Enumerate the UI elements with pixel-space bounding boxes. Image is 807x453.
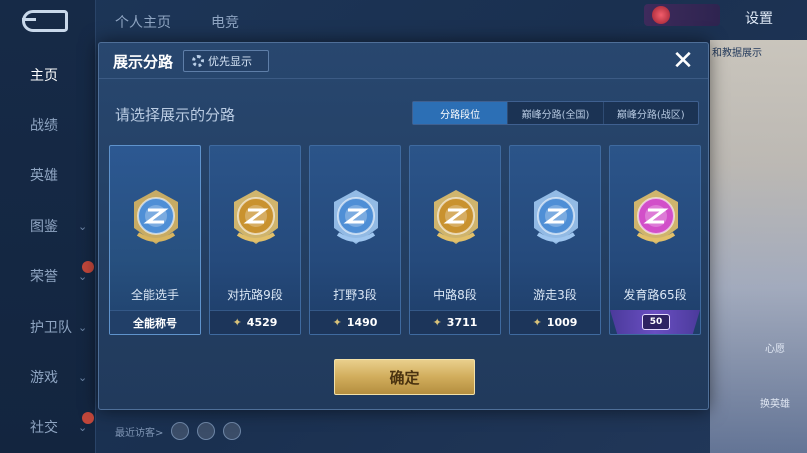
priority-display-button[interactable]: 优先显示 — [183, 50, 269, 72]
dialog-title: 展示分路 — [113, 53, 174, 71]
lane-card-score: 1009 — [546, 316, 578, 329]
sidebar-item-label: 主页 — [30, 68, 58, 84]
rank-emblem-icon — [228, 188, 284, 248]
notification-dot — [82, 261, 94, 273]
rank-star-icon: ✦ — [432, 316, 442, 329]
lane-card-name: 全能选手 — [130, 288, 179, 302]
sidebar-item[interactable]: 图鉴 ⌄ — [0, 209, 96, 243]
lane-card[interactable]: 对抗路9段 ✦ 4529 — [209, 145, 301, 335]
lane-card-score: 3711 — [446, 316, 478, 329]
data-showcase-label[interactable]: 和教据展示 — [712, 44, 762, 59]
lane-card-score: 4529 — [246, 316, 278, 329]
tab-profile[interactable]: 个人主页 — [115, 12, 171, 32]
lane-card-score: 1490 — [346, 316, 378, 329]
tab-lane-rank[interactable]: 分路段位 — [413, 102, 509, 124]
sidebar-item[interactable]: 荣誉 ⌄ — [0, 259, 96, 293]
close-icon[interactable]: ✕ — [670, 48, 696, 74]
right-action-icons: 心愿 换英雄 — [760, 340, 790, 410]
visitor-avatar[interactable] — [223, 422, 242, 440]
lane-card-name: 打野3段 — [333, 288, 377, 302]
chevron-down-icon: ⌄ — [78, 320, 88, 334]
settings-button[interactable]: 设置 — [745, 8, 773, 28]
lane-card[interactable]: 发育路65段 50 — [609, 145, 701, 335]
tab-peak-region[interactable]: 巅峰分路(战区) — [604, 102, 698, 124]
lane-card-footer: 全能称号 — [110, 310, 200, 334]
lane-card-score: 全能称号 — [133, 316, 177, 330]
lane-card-footer: ✦ 4529 — [210, 310, 300, 334]
lane-card-footer: ✦ 1490 — [310, 310, 400, 334]
side-navigation: 主页 战绩 英雄 图鉴 ⌄ 荣誉 ⌄ 护卫队 ⌄ 游戏 ⌄ 社交 ⌄ — [0, 0, 96, 453]
visitor-avatar[interactable] — [171, 422, 190, 440]
wish-icon-label[interactable]: 心愿 — [760, 340, 790, 355]
hero-artwork — [710, 40, 807, 453]
sidebar-item-label: 护卫队 — [30, 320, 72, 336]
priority-display-label: 优先显示 — [208, 55, 252, 68]
back-arrow-icon[interactable] — [22, 10, 68, 32]
lane-card-footer: ✦ 3711 — [410, 310, 500, 334]
tab-esports[interactable]: 电竞 — [211, 12, 239, 32]
chevron-down-icon: ⌄ — [78, 370, 88, 384]
rank-star-icon: ✦ — [332, 316, 342, 329]
gear-icon — [192, 55, 204, 67]
sidebar-item-label: 图鉴 — [30, 219, 58, 235]
lane-card[interactable]: 游走3段 ✦ 1009 — [509, 145, 601, 335]
lane-card[interactable]: 打野3段 ✦ 1490 — [309, 145, 401, 335]
tab-peak-national[interactable]: 巅峰分路(全国) — [508, 102, 604, 124]
recent-visitors-label[interactable]: 最近访客> — [115, 424, 163, 439]
top-event-badge[interactable] — [644, 4, 720, 26]
sidebar-item[interactable]: 游戏 ⌄ — [0, 360, 96, 394]
sidebar-item-label: 社交 — [30, 420, 58, 436]
lane-card-list: 全能选手 全能称号 对抗路9段 ✦ 4529 打野3段 ✦ 1490 中路8段 ✦ 3711 游走3段… — [109, 145, 701, 335]
sidebar-item[interactable]: 社交 ⌄ — [0, 410, 96, 444]
rank-star-icon: ✦ — [532, 316, 542, 329]
dialog-header: 展示分路 优先显示 ✕ — [99, 43, 708, 79]
notification-dot — [82, 412, 94, 424]
sidebar-item-label: 荣誉 — [30, 269, 58, 285]
sidebar-item-label: 英雄 — [30, 168, 58, 184]
lane-card-footer: ✦ 1009 — [510, 310, 600, 334]
sidebar-item-label: 战绩 — [30, 118, 58, 134]
change-hero-icon-label[interactable]: 换英雄 — [760, 395, 790, 410]
sidebar-item-label: 游戏 — [30, 370, 58, 386]
rank-emblem-icon — [328, 188, 384, 248]
recent-visitors: 最近访客> — [115, 422, 242, 440]
rank-emblem-icon — [528, 188, 584, 248]
top-tabs: 个人主页 电竞 — [115, 12, 239, 32]
lane-card-name: 发育路65段 — [623, 288, 687, 302]
peak-level: 50 — [642, 314, 670, 330]
sidebar-item[interactable]: 护卫队 ⌄ — [0, 310, 96, 344]
lane-card[interactable]: 中路8段 ✦ 3711 — [409, 145, 501, 335]
display-lane-dialog: 展示分路 优先显示 ✕ 请选择展示的分路 分路段位 巅峰分路(全国) 巅峰分路(… — [98, 42, 709, 410]
rank-emblem-icon — [128, 188, 184, 248]
rank-emblem-icon — [428, 188, 484, 248]
lane-card[interactable]: 全能选手 全能称号 — [109, 145, 201, 335]
lane-card-name: 中路8段 — [433, 288, 477, 302]
sidebar-item[interactable]: 主页 — [0, 58, 96, 92]
rank-star-icon: ✦ — [232, 316, 242, 329]
confirm-button[interactable]: 确定 — [334, 359, 475, 395]
lane-mode-tabs: 分路段位 巅峰分路(全国) 巅峰分路(战区) — [412, 101, 699, 125]
sidebar-item[interactable]: 战绩 — [0, 108, 96, 142]
lane-card-name: 对抗路9段 — [227, 288, 283, 302]
dialog-subtitle: 请选择展示的分路 — [115, 106, 236, 124]
rank-emblem-icon — [628, 188, 684, 248]
lane-card-name: 游走3段 — [533, 288, 577, 302]
sidebar-item[interactable]: 英雄 — [0, 158, 96, 192]
visitor-avatar[interactable] — [197, 422, 216, 440]
chevron-down-icon: ⌄ — [78, 219, 88, 233]
